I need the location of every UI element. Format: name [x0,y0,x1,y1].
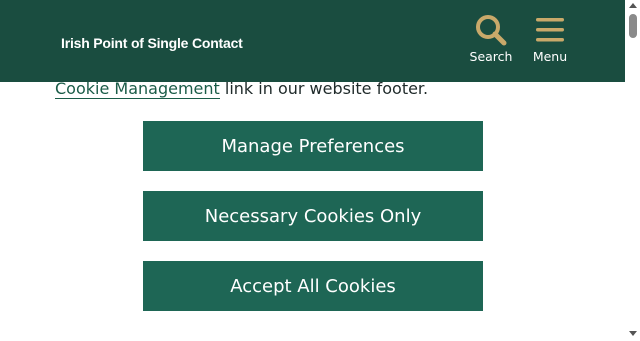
cookie-management-link[interactable]: Cookie Management [55,79,220,99]
hamburger-menu-icon [535,14,565,46]
accept-all-cookies-button[interactable]: Accept All Cookies [143,261,483,311]
manage-preferences-button[interactable]: Manage Preferences [143,121,483,171]
cookie-info-trailing-text: link in our website footer. [219,79,429,98]
site-header: Irish Point of Single Contact Search Men… [0,0,625,82]
menu-label: Menu [532,49,568,64]
scrollbar-thumb[interactable] [629,14,637,38]
vertical-scrollbar[interactable] [625,0,640,341]
menu-button[interactable]: Menu [520,14,580,66]
cookie-info-text: Cookie Management link in our website fo… [55,79,429,99]
scroll-up-arrow-icon[interactable] [629,3,637,8]
necessary-cookies-only-button[interactable]: Necessary Cookies Only [143,191,483,241]
search-label: Search [469,49,513,64]
search-icon [474,14,508,46]
site-title[interactable]: Irish Point of Single Contact [61,35,243,51]
scroll-down-arrow-icon[interactable] [629,331,637,336]
search-button[interactable]: Search [461,14,521,66]
